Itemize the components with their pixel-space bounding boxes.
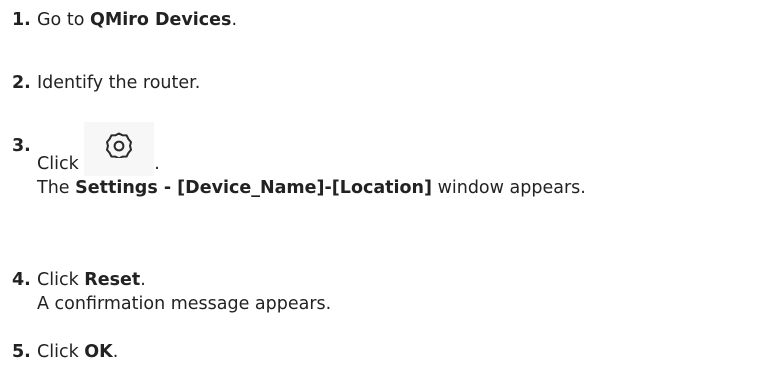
step-text: Go to QMiro Devices.	[37, 8, 237, 32]
step-result: A confirmation message appears.	[37, 294, 332, 314]
step-text-post: .	[154, 154, 160, 174]
step-text: Identify the router.	[37, 73, 201, 93]
step-text-pre: Click	[37, 270, 85, 290]
step-number: 4.	[12, 270, 31, 290]
step-number: 5.	[12, 342, 31, 362]
result-post: window appears.	[432, 178, 586, 198]
reset-label: Reset	[84, 270, 141, 290]
step-text: Click Reset. A confirmation message appe…	[37, 268, 331, 316]
step-text-post: .	[140, 270, 146, 290]
settings-gear-icon	[84, 122, 155, 176]
step-text-post: .	[231, 10, 238, 30]
step-number: 3.	[12, 136, 31, 156]
step-text-pre: Go to	[37, 10, 90, 30]
step-number: 2.	[12, 73, 31, 93]
ok-label: OK	[84, 342, 113, 362]
result-pre: The	[37, 178, 76, 198]
settings-window-label: Settings - [Device_Name]-[Location]	[75, 178, 432, 198]
qmiro-devices-label: QMiro Devices	[89, 10, 232, 30]
step-text: Click . The Settings - [Device_Name]-[Lo…	[37, 122, 586, 200]
step-number: 1.	[12, 10, 31, 30]
step-text: Click OK.	[37, 340, 118, 364]
step-text-pre: Click	[37, 154, 85, 174]
step-text-post: .	[112, 342, 119, 362]
step-text-pre: Click	[37, 342, 85, 362]
